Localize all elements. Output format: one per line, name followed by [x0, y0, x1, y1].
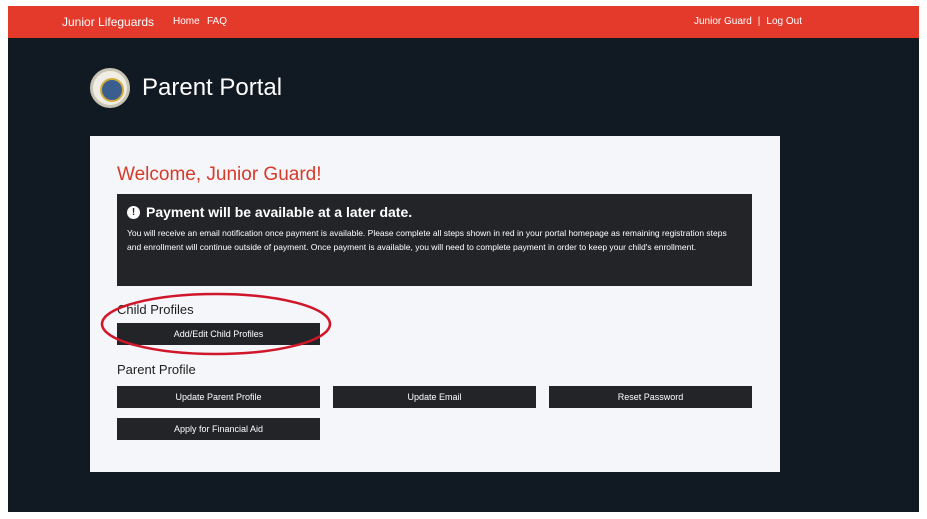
- seal-logo-icon: [90, 68, 130, 108]
- update-email-button[interactable]: Update Email: [333, 386, 536, 408]
- notice-body: You will receive an email notification o…: [127, 228, 727, 252]
- nav-home-link[interactable]: Home: [173, 16, 200, 27]
- parent-profile-heading: Parent Profile: [117, 362, 196, 377]
- nav-faq-link[interactable]: FAQ: [207, 16, 227, 27]
- nav-separator: |: [757, 16, 761, 27]
- brand-link[interactable]: Junior Lifeguards: [62, 15, 154, 29]
- notice-header: ! Payment will be available at a later d…: [127, 204, 742, 220]
- notice-title: Payment will be available at a later dat…: [146, 204, 413, 220]
- welcome-heading: Welcome, Junior Guard!: [117, 164, 322, 185]
- user-menu: Junior Guard | Log Out: [694, 16, 802, 27]
- logout-link[interactable]: Log Out: [766, 16, 802, 27]
- payment-notice: ! Payment will be available at a later d…: [117, 194, 752, 286]
- update-parent-profile-button[interactable]: Update Parent Profile: [117, 386, 320, 408]
- top-navigation-bar: Junior Lifeguards Home FAQ Junior Guard |…: [8, 6, 919, 38]
- annotation-ellipse-stroke: [100, 292, 332, 356]
- reset-password-button[interactable]: Reset Password: [549, 386, 752, 408]
- info-icon: !: [127, 205, 140, 219]
- annotation-ellipse: [100, 292, 332, 356]
- page-title: Parent Portal: [142, 74, 283, 101]
- apply-financial-aid-button[interactable]: Apply for Financial Aid: [117, 418, 320, 440]
- user-name-link[interactable]: Junior Guard: [694, 16, 752, 27]
- browser-viewport: Junior Lifeguards Home FAQ Junior Guard |…: [8, 6, 919, 512]
